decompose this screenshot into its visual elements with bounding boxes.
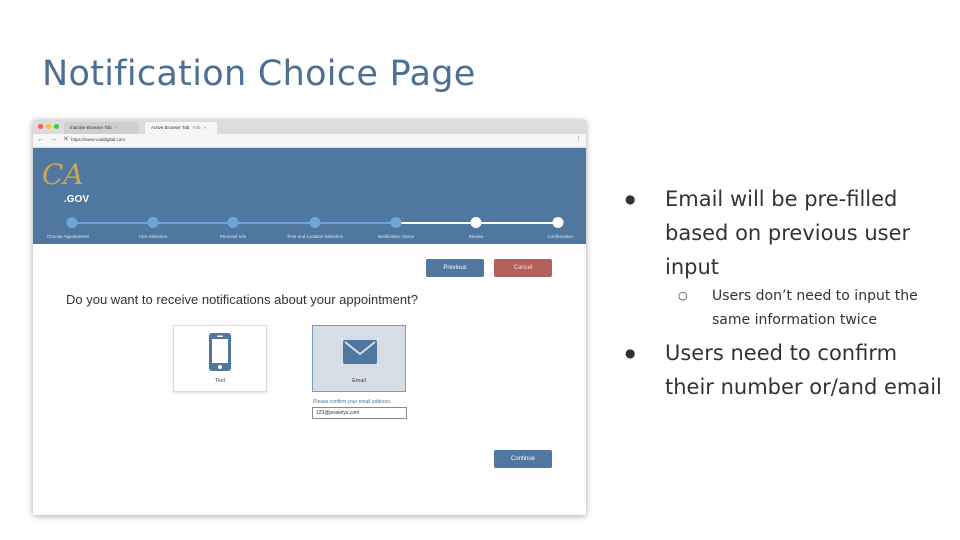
phone-icon [209,333,231,371]
email-choice-label: Email [352,378,366,384]
step-label: Time and Location Selection [286,234,344,239]
tab-close-icon[interactable]: × [115,125,118,130]
step-label: Review [468,234,484,239]
cancel-button[interactable]: Cancel [494,259,552,277]
step-label: ADA Selection [138,234,168,239]
tab-label: Inactive Browser Tab [70,125,112,130]
progress-stepper: Choose Appointment ADA Selection Personal … [33,148,586,244]
note-bullet: Users need to confirm their number or/an… [620,336,950,404]
note-sub-bullet: Users don’t need to input the same infor… [620,284,950,332]
maximize-window-dot[interactable] [54,124,59,129]
browser-menu-icon[interactable]: ⋮ [575,135,582,143]
note-bullet: Email will be pre-filled based on previo… [620,182,950,284]
text-choice-card[interactable]: Text [173,325,267,392]
address-bar: ← → ✕ https://www.voaldigital.com ⋮ [33,134,586,148]
main-content: Previous Cancel Do you want to receive n… [33,244,586,515]
step-dot [309,217,321,228]
step-label: Confirmation [547,234,573,239]
step-dot [66,217,78,228]
step-dot [227,217,239,228]
slide-title: Notification Choice Page [42,54,476,94]
email-field[interactable] [312,407,407,419]
notes-list: Email will be pre-filled based on previo… [620,182,950,404]
tab-close-icon[interactable]: × [204,125,207,130]
tab-extra-label: Fab [192,125,201,130]
email-choice-card[interactable]: Email [312,325,406,392]
step-dot [147,217,159,228]
text-choice-label: Text [214,378,226,384]
nav-buttons[interactable]: ← → ✕ [37,135,71,143]
notification-question: Do you want to receive notifications abo… [66,292,418,307]
previous-button[interactable]: Previous [426,259,484,277]
continue-button[interactable]: Continue [494,450,552,468]
browser-tab-bar: Inactive Browser Tab × Active Browser Ta… [33,120,586,134]
browser-window: Inactive Browser Tab × Active Browser Ta… [33,120,586,515]
browser-tab-inactive[interactable]: Inactive Browser Tab × [64,122,138,134]
step-dot [552,217,564,228]
close-window-dot[interactable] [38,124,43,129]
step-dot [470,217,482,228]
email-confirm-prompt: Please confirm your email address: [313,399,392,405]
url-field[interactable]: https://www.voaldigital.com [71,137,125,142]
tab-label: Active Browser Tab [151,125,190,130]
minimize-window-dot[interactable] [46,124,51,129]
step-label: Notification choice [377,234,415,239]
step-dot [390,217,402,228]
step-label: Choose Appointment [47,234,89,239]
step-label: Personal Info [219,234,247,239]
envelope-icon [343,340,377,364]
browser-tab-active[interactable]: Active Browser Tab Fab × [145,122,217,134]
ca-gov-header: CA .GOV Choose Appointment ADA Selection P… [33,148,586,244]
